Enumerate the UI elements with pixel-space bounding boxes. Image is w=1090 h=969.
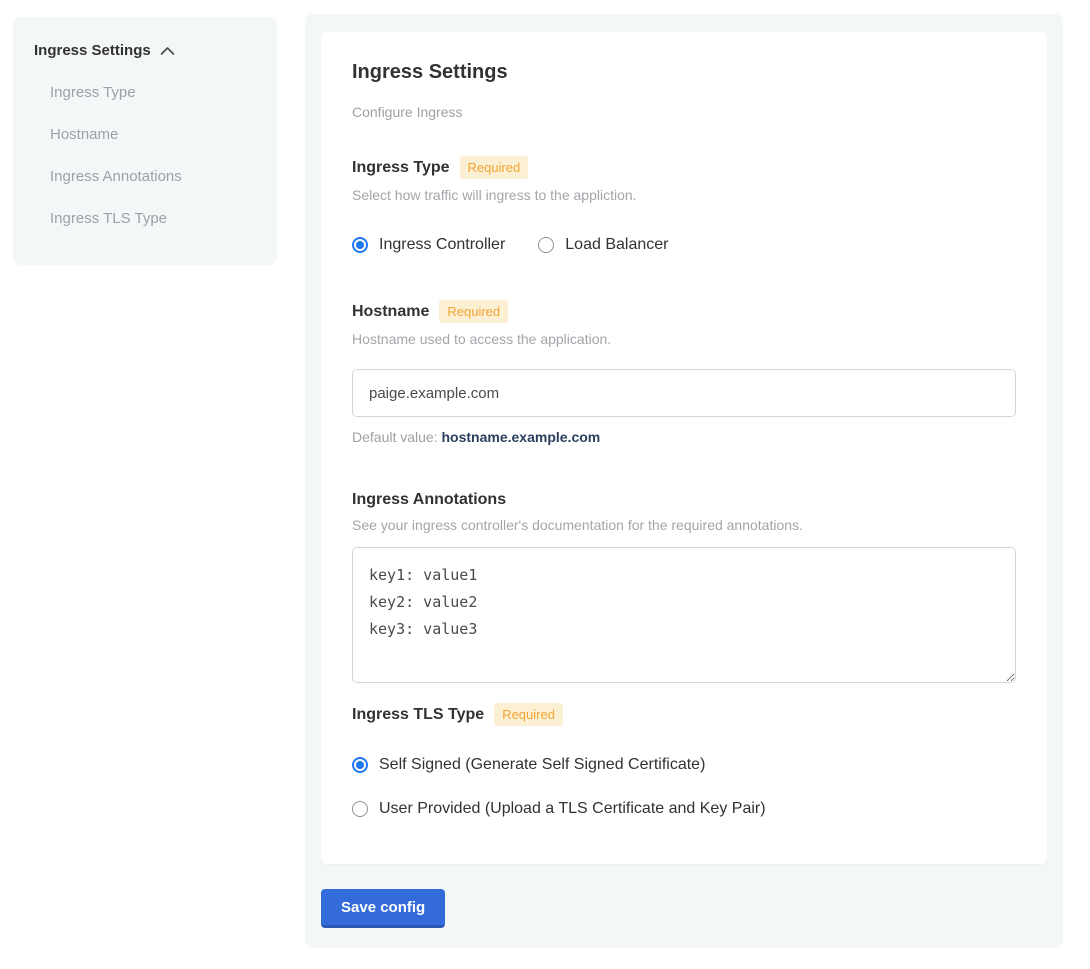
radio-option-user-provided[interactable]: User Provided (Upload a TLS Certificate … (352, 799, 1016, 818)
chevron-up-icon (160, 46, 175, 56)
radio-option-ingress-controller[interactable]: Ingress Controller (352, 235, 505, 254)
annotations-textarea[interactable]: key1: value1 key2: value2 key3: value3 (352, 547, 1016, 683)
sidebar-item-hostname[interactable]: Hostname (50, 126, 256, 143)
radio-unselected-icon (352, 801, 368, 817)
page: Ingress Settings Ingress Type Hostname I… (0, 0, 1090, 969)
default-value-text: hostname.example.com (442, 429, 601, 445)
config-nav-sidebar: Ingress Settings Ingress Type Hostname I… (13, 17, 277, 265)
required-badge: Required (494, 703, 563, 726)
page-subtitle: Configure Ingress (352, 104, 1016, 120)
page-title: Ingress Settings (352, 60, 1016, 84)
annotations-help: See your ingress controller's documentat… (352, 517, 1016, 534)
hostname-title: Hostname (352, 302, 429, 321)
hostname-default-value: Default value: hostname.example.com (352, 429, 1016, 445)
save-config-button[interactable]: Save config (321, 889, 445, 928)
section-hostname: Hostname Required Hostname used to acces… (352, 300, 1016, 445)
ingress-type-help: Select how traffic will ingress to the a… (352, 187, 1016, 204)
radio-label: Ingress Controller (379, 235, 505, 254)
radio-label: User Provided (Upload a TLS Certificate … (379, 799, 766, 818)
sidebar-item-ingress-type[interactable]: Ingress Type (50, 84, 256, 101)
required-badge: Required (460, 156, 529, 179)
sidebar-group-label: Ingress Settings (34, 42, 151, 59)
annotations-title: Ingress Annotations (352, 490, 506, 509)
required-badge: Required (439, 300, 508, 323)
radio-option-self-signed[interactable]: Self Signed (Generate Self Signed Certif… (352, 755, 1016, 774)
config-panel: Ingress Settings Configure Ingress Ingre… (305, 14, 1063, 948)
config-card: Ingress Settings Configure Ingress Ingre… (321, 32, 1047, 864)
section-ingress-tls-type: Ingress TLS Type Required Self Signed (G… (352, 703, 1016, 818)
sidebar-item-ingress-annotations[interactable]: Ingress Annotations (50, 168, 256, 185)
ingress-type-radio-group: Ingress Controller Load Balancer (352, 235, 1016, 254)
section-ingress-annotations: Ingress Annotations See your ingress con… (352, 490, 1016, 683)
section-ingress-type: Ingress Type Required Select how traffic… (352, 156, 1016, 254)
radio-option-load-balancer[interactable]: Load Balancer (538, 235, 668, 254)
sidebar-item-ingress-tls-type[interactable]: Ingress TLS Type (50, 210, 256, 227)
sidebar-items: Ingress Type Hostname Ingress Annotation… (34, 84, 256, 227)
ingress-type-title: Ingress Type (352, 158, 450, 177)
tls-type-title: Ingress TLS Type (352, 705, 484, 724)
default-value-label: Default value: (352, 429, 438, 445)
hostname-help: Hostname used to access the application. (352, 331, 1016, 348)
radio-label: Self Signed (Generate Self Signed Certif… (379, 755, 705, 774)
hostname-input[interactable] (352, 369, 1016, 417)
radio-selected-icon (352, 237, 368, 253)
tls-type-radio-group: Self Signed (Generate Self Signed Certif… (352, 755, 1016, 818)
radio-selected-icon (352, 757, 368, 773)
radio-unselected-icon (538, 237, 554, 253)
sidebar-group-ingress-settings[interactable]: Ingress Settings (34, 42, 256, 59)
radio-label: Load Balancer (565, 235, 668, 254)
